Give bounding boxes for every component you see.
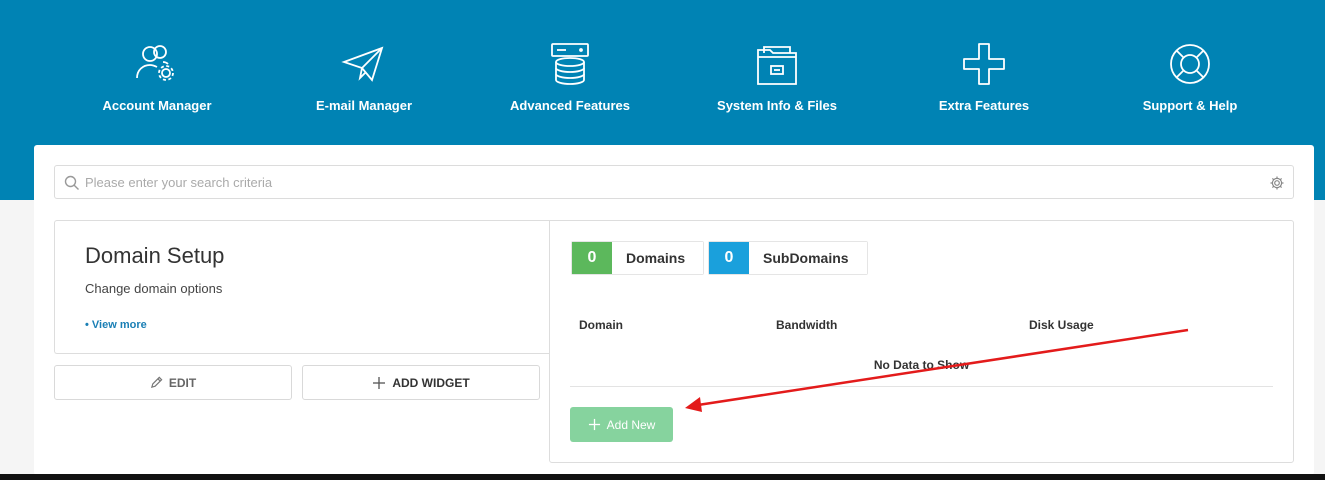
widget-title: Domain Setup xyxy=(85,243,225,268)
edit-button[interactable]: EDIT xyxy=(54,365,292,400)
subdomains-count-badge: 0 xyxy=(709,242,749,274)
database-server-icon xyxy=(551,43,589,85)
plus-icon xyxy=(963,43,1005,85)
search-bar xyxy=(54,165,1294,199)
column-header-domain: Domain xyxy=(579,318,624,332)
widget-description: Change domain options xyxy=(85,281,223,296)
gear-icon[interactable] xyxy=(1269,175,1285,191)
nav-label: Account Manager xyxy=(102,98,212,113)
table-divider xyxy=(570,386,1273,387)
nav-extra-features[interactable]: Extra Features xyxy=(884,40,1084,113)
add-widget-button-label: ADD WIDGET xyxy=(392,375,470,390)
edit-button-label: EDIT xyxy=(168,375,197,390)
add-widget-button[interactable]: ADD WIDGET xyxy=(302,365,540,400)
nav-label: Advanced Features xyxy=(510,98,630,113)
pencil-icon xyxy=(150,376,163,389)
column-header-bandwidth: Bandwidth xyxy=(776,318,838,332)
nav-email-manager[interactable]: E-mail Manager xyxy=(264,40,464,113)
bottom-edge xyxy=(0,474,1325,480)
nav-label: Extra Features xyxy=(938,98,1030,113)
nav-label: Support & Help xyxy=(1142,98,1238,113)
empty-table-message: No Data to Show xyxy=(873,358,970,372)
plus-icon xyxy=(373,376,386,389)
column-header-disk-usage: Disk Usage xyxy=(1029,318,1094,332)
domain-setup-widget: Domain Setup Change domain options • Vie… xyxy=(54,220,551,354)
nav-account-manager[interactable]: Account Manager xyxy=(57,40,257,113)
nav-support-help[interactable]: Support & Help xyxy=(1090,40,1290,113)
users-gear-icon xyxy=(136,45,174,81)
nav-label: System Info & Files xyxy=(717,98,837,113)
view-more-link[interactable]: • View more xyxy=(85,319,147,331)
domains-count-badge: 0 xyxy=(572,242,612,274)
search-icon xyxy=(64,175,79,190)
nav-system-info-files[interactable]: System Info & Files xyxy=(677,40,877,113)
domains-stat-label: Domains xyxy=(612,242,704,274)
nav-label: E-mail Manager xyxy=(315,98,413,113)
subdomains-stat-label: SubDomains xyxy=(749,242,867,274)
folder-icon xyxy=(757,46,797,85)
plus-icon xyxy=(588,418,600,431)
add-new-button[interactable]: Add New xyxy=(570,407,673,442)
add-new-button-label: Add New xyxy=(606,417,656,432)
subdomains-stat: 0 SubDomains xyxy=(708,241,868,275)
paper-plane-icon xyxy=(341,46,384,82)
domains-widget-content: 0 Domains 0 SubDomains Domain Bandwidth … xyxy=(549,220,1294,463)
domains-stat: 0 Domains xyxy=(571,241,705,275)
lifebuoy-icon xyxy=(1170,44,1210,84)
main-panel: Domain Setup Change domain options • Vie… xyxy=(34,145,1314,475)
search-input[interactable] xyxy=(85,167,1255,197)
nav-advanced-features[interactable]: Advanced Features xyxy=(470,40,670,113)
